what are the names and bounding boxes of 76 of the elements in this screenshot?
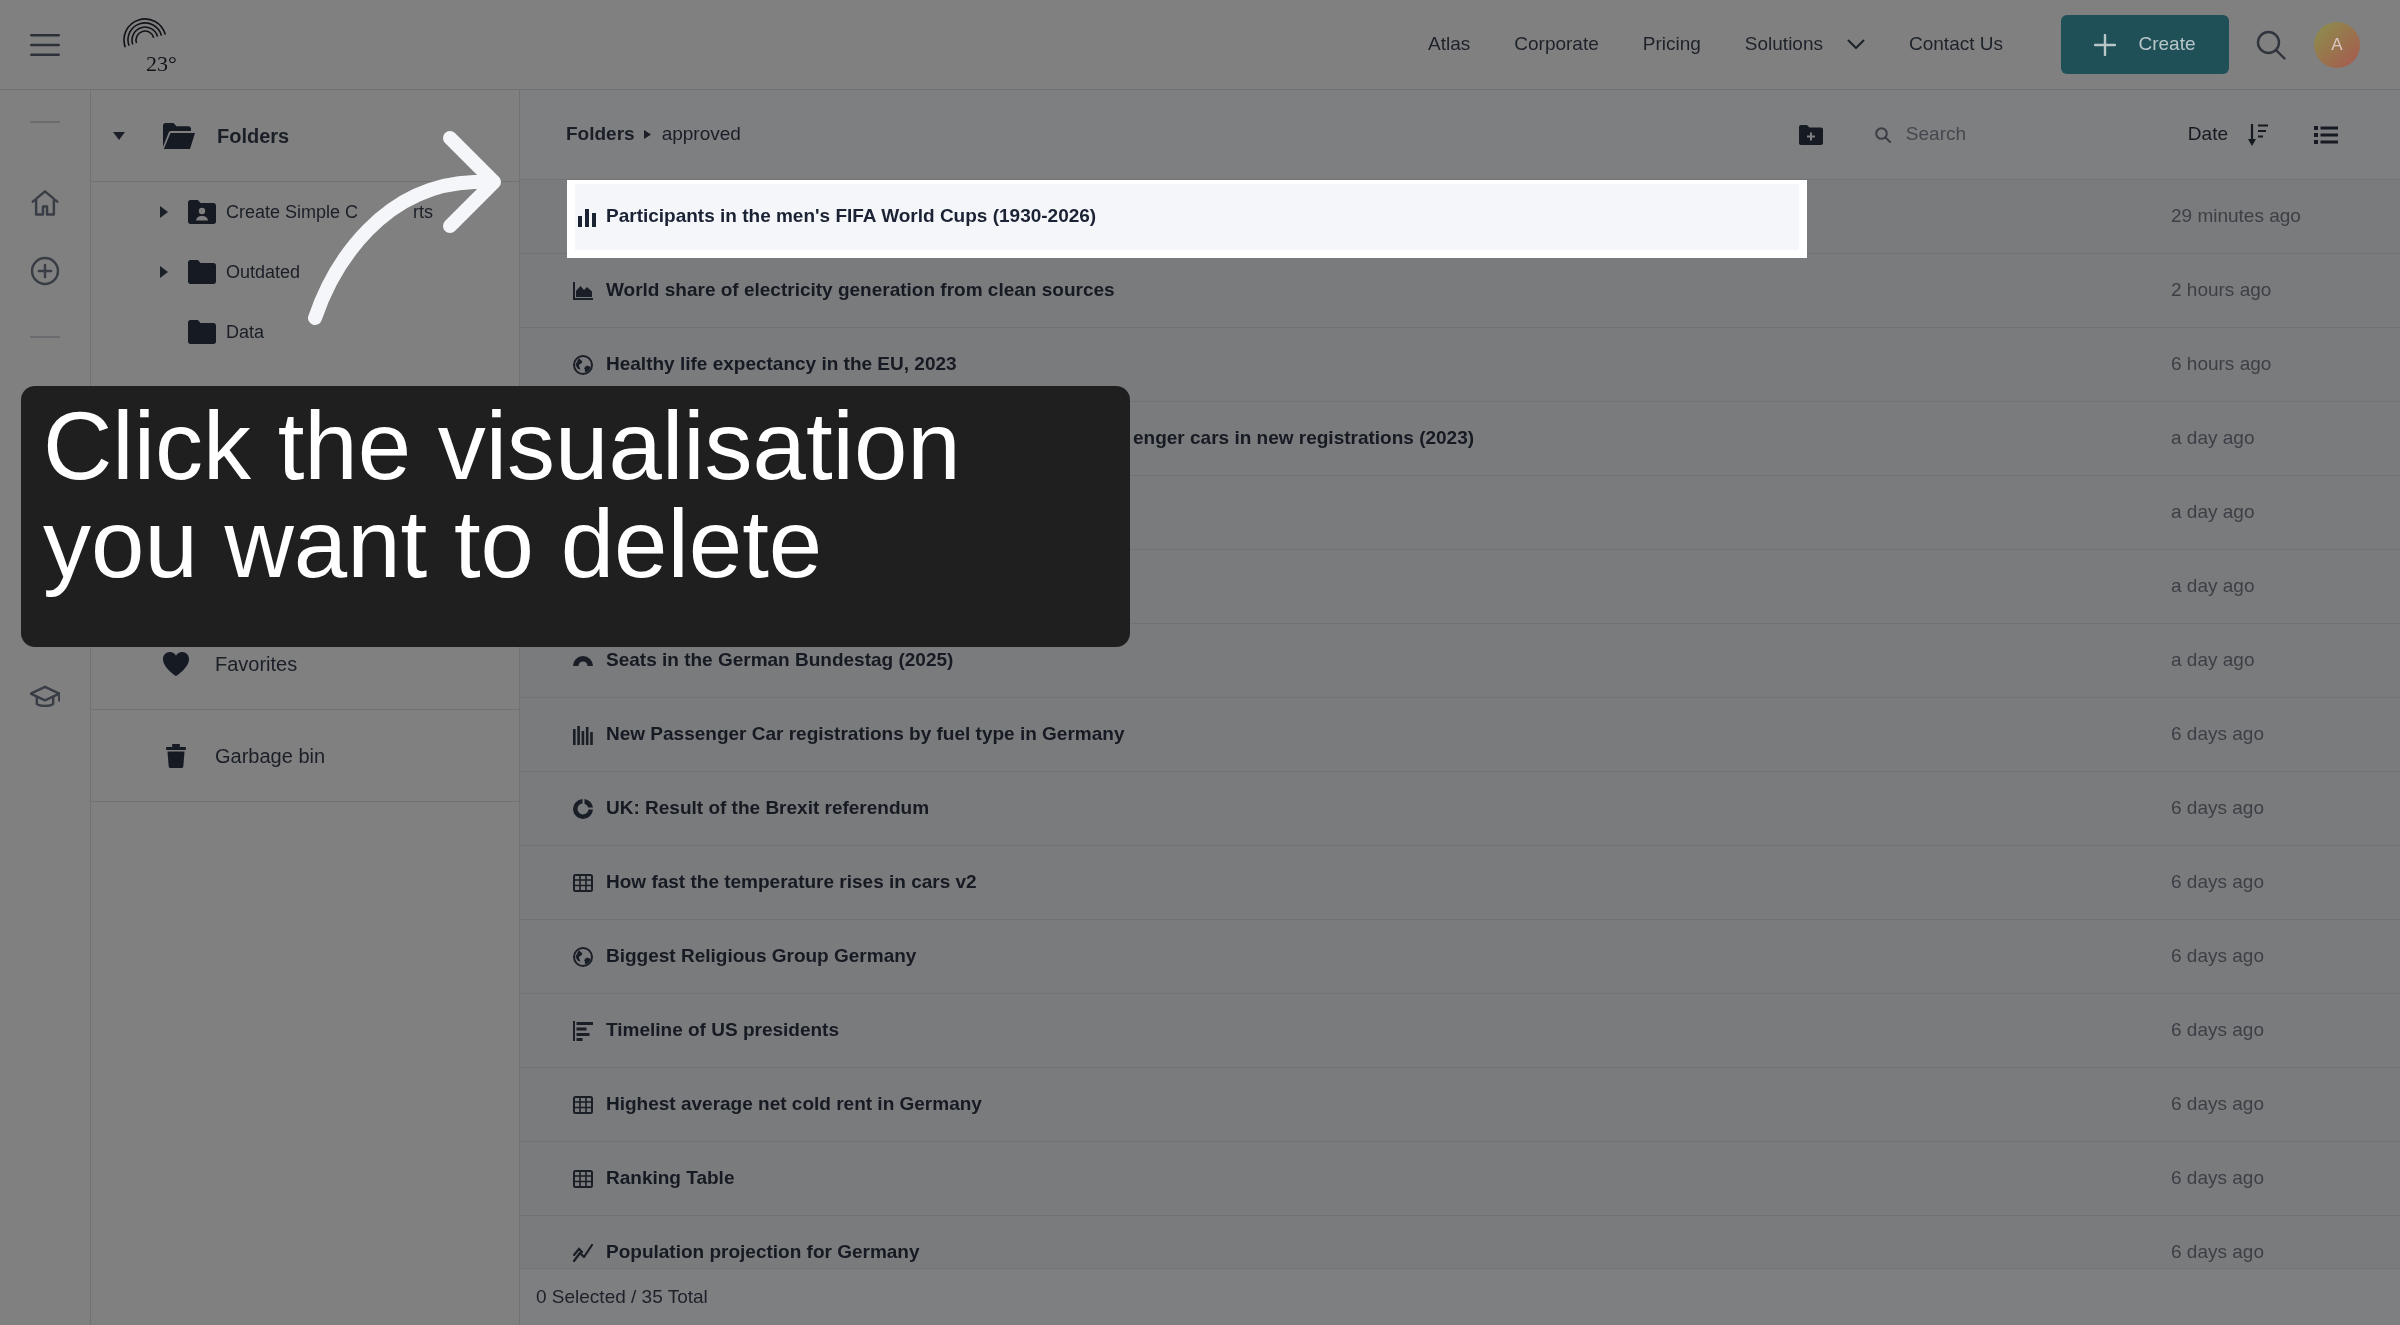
visualisation-title[interactable]: Participants in the men's FIFA World Cups (1930-2026) bbox=[606, 202, 1097, 231]
area-chart-icon bbox=[573, 281, 593, 300]
sort-descending-icon bbox=[2248, 123, 2268, 146]
user-avatar[interactable]: A bbox=[2314, 21, 2360, 68]
modified-time: 6 days ago bbox=[2171, 722, 2265, 747]
selection-count: 0 Selected / 35 Total bbox=[536, 1284, 708, 1309]
donut-chart-icon bbox=[573, 798, 593, 819]
breadcrumb-current: approved bbox=[661, 122, 741, 147]
folder-label[interactable]: Data bbox=[226, 321, 265, 343]
bar-chart-icon bbox=[577, 206, 597, 227]
visualisation-title[interactable]: Seats in the German Bundestag (2025) bbox=[606, 646, 954, 675]
heart-icon bbox=[163, 651, 189, 676]
folder-label[interactable]: rts bbox=[413, 201, 434, 223]
visualisation-title[interactable]: World share of electricity generation from clean sources bbox=[606, 276, 1115, 305]
breadcrumb-link[interactable]: Folders bbox=[566, 120, 635, 149]
plus-circle-icon[interactable] bbox=[30, 256, 60, 286]
nav-link[interactable]: Atlas bbox=[1428, 30, 1471, 59]
visualisation-title[interactable]: New Passenger Car registrations by fuel type in Germany bbox=[606, 720, 1125, 749]
create-button[interactable]: Create bbox=[2061, 15, 2229, 74]
new-folder-icon[interactable] bbox=[1798, 124, 1823, 145]
folder-label[interactable]: Outdated bbox=[226, 261, 301, 283]
nav-link[interactable]: Contact Us bbox=[1909, 30, 2003, 59]
modified-time: 6 days ago bbox=[2171, 870, 2265, 895]
modified-time: 6 days ago bbox=[2171, 1092, 2265, 1117]
menu-icon[interactable] bbox=[30, 33, 60, 56]
globe-icon bbox=[573, 946, 593, 967]
visualisation-title[interactable]: UK: Result of the Brexit referendum bbox=[606, 794, 930, 823]
sidebar-item[interactable]: Favorites bbox=[215, 648, 298, 679]
line-chart-icon bbox=[573, 1243, 593, 1262]
open-folder-icon bbox=[163, 122, 195, 149]
logo[interactable]: 23° bbox=[123, 15, 185, 74]
visualisation-title[interactable]: Timeline of US presidents bbox=[606, 1016, 839, 1045]
search-field[interactable]: Search bbox=[1905, 120, 2126, 149]
modified-time: 29 minutes ago bbox=[2171, 204, 2302, 229]
modified-time: 6 days ago bbox=[2171, 1240, 2265, 1265]
caret-down-icon[interactable] bbox=[113, 131, 125, 140]
caret-right-icon[interactable] bbox=[160, 206, 168, 218]
globe-icon bbox=[573, 354, 593, 375]
visualisation-title[interactable]: Healthy life expectancy in the EU, 2023 bbox=[606, 350, 957, 379]
folder-label[interactable]: Folders bbox=[217, 120, 290, 151]
nav-link[interactable]: Corporate bbox=[1514, 30, 1599, 59]
modified-time: 2 hours ago bbox=[2171, 278, 2273, 303]
visualisation-title[interactable]: Highest average net cold rent in Germany bbox=[606, 1090, 982, 1119]
caret-right-icon[interactable] bbox=[160, 266, 168, 278]
sort-button[interactable]: Date bbox=[2187, 120, 2268, 149]
visualisation-title[interactable]: Population projection for Germany bbox=[606, 1238, 920, 1267]
modified-time: a day ago bbox=[2171, 648, 2256, 673]
trash-icon bbox=[166, 743, 186, 768]
modified-time: 6 days ago bbox=[2171, 1018, 2265, 1043]
table-icon bbox=[573, 1169, 593, 1188]
table-icon bbox=[573, 873, 593, 892]
visualisation-title[interactable]: How fast the temperature rises in cars v2 bbox=[606, 868, 977, 897]
plus-icon bbox=[2094, 33, 2117, 56]
list-view-icon[interactable] bbox=[2314, 124, 2338, 145]
folder-label[interactable]: Create Simple C bbox=[226, 201, 359, 223]
modified-time: 6 days ago bbox=[2171, 944, 2265, 969]
visualisation-title[interactable]: enger cars in new registrations (2023) bbox=[1133, 424, 1475, 453]
search-icon bbox=[1874, 126, 1891, 143]
visualisation-title[interactable]: Ranking Table bbox=[606, 1164, 735, 1193]
column-chart-icon bbox=[573, 724, 593, 745]
home-icon[interactable] bbox=[30, 188, 60, 218]
modified-time: a day ago bbox=[2171, 574, 2256, 599]
horizontal-bar-chart-icon bbox=[573, 1020, 593, 1041]
nav-link[interactable]: Solutions bbox=[1744, 30, 1865, 59]
breadcrumb-separator-icon bbox=[643, 130, 651, 140]
modified-time: a day ago bbox=[2171, 426, 2256, 451]
search-icon[interactable] bbox=[2256, 29, 2286, 60]
visualisation-title[interactable]: Biggest Religious Group Germany bbox=[606, 942, 917, 971]
modified-time: 6 hours ago bbox=[2171, 352, 2273, 377]
modified-time: 6 days ago bbox=[2171, 796, 2265, 821]
sidebar-item[interactable]: Garbage bin bbox=[215, 740, 326, 771]
modified-time: a day ago bbox=[2171, 500, 2256, 525]
modified-time: 6 days ago bbox=[2171, 1166, 2265, 1191]
nav-link[interactable]: Pricing bbox=[1642, 30, 1701, 59]
semicircle-chart-icon bbox=[573, 655, 593, 667]
table-icon bbox=[573, 1095, 593, 1114]
